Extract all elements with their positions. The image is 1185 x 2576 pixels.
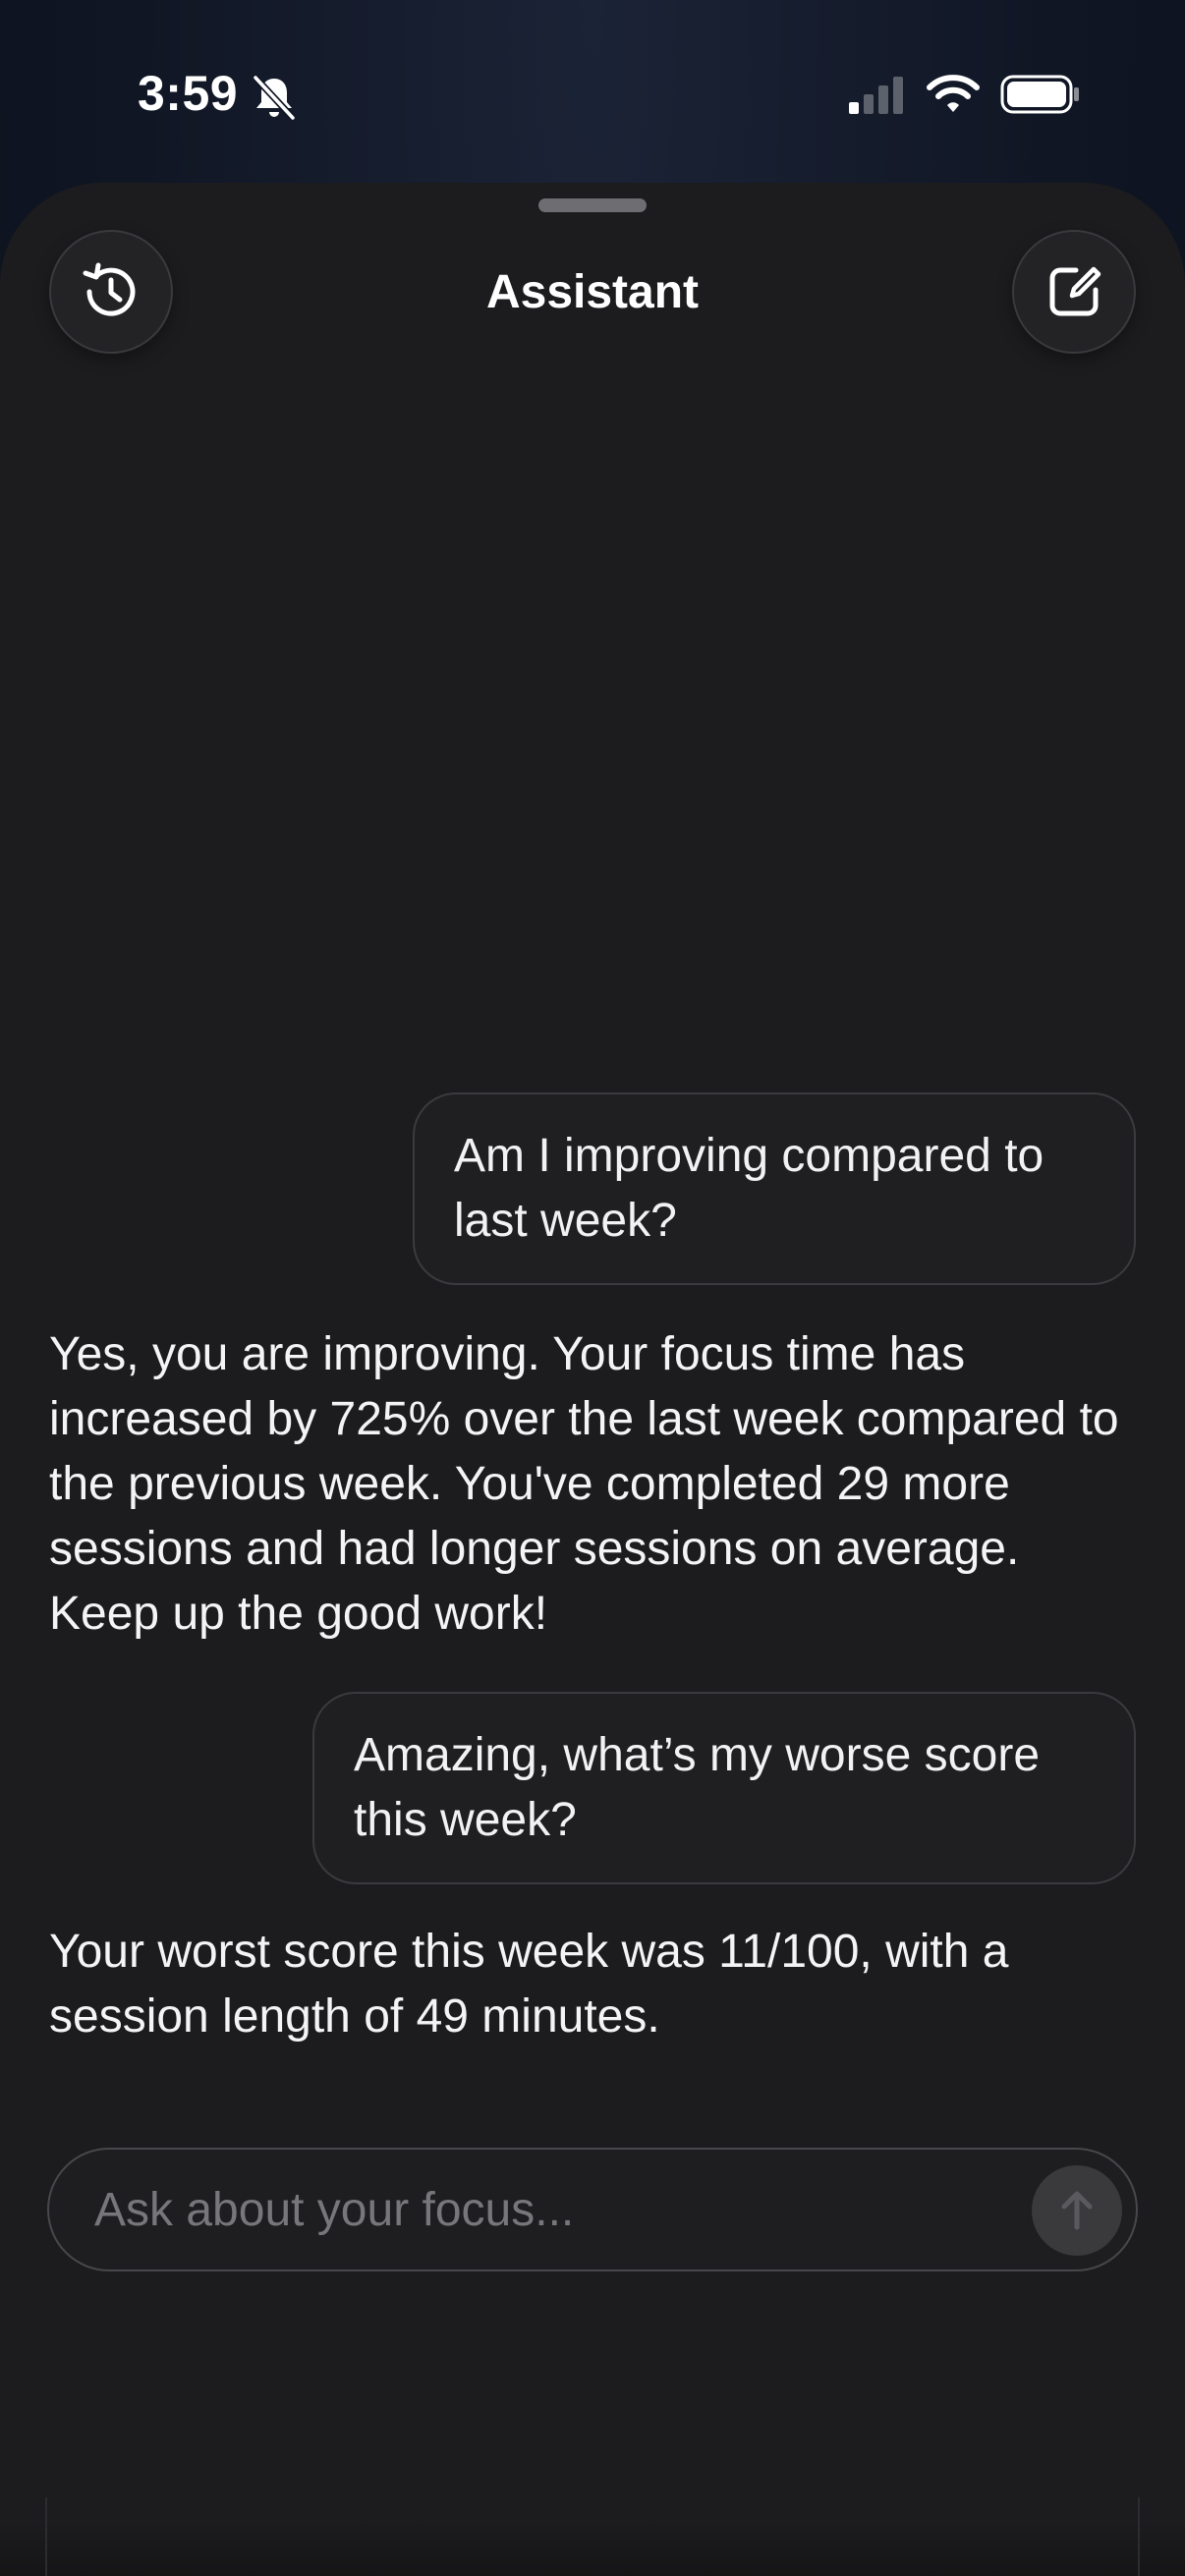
page-title: Assistant xyxy=(485,266,700,318)
arrow-up-icon xyxy=(1061,2191,1093,2230)
compose-icon xyxy=(1049,266,1101,316)
assistant-message: Yes, you are improving. Your focus time … xyxy=(49,1328,1119,1640)
assistant-message: Your worst score this week was 11/100, w… xyxy=(49,1926,1009,2043)
bell-slash-icon xyxy=(253,75,296,121)
status-bar: 3:59 xyxy=(0,0,1185,187)
message-input[interactable] xyxy=(49,2150,992,2269)
user-message: Am I improving compared to last week? xyxy=(413,1092,1136,1285)
bottom-edge xyxy=(45,2497,1140,2576)
message-input-bar xyxy=(47,2148,1138,2271)
app-screen: 3:59 Assistant Am I improving compared t… xyxy=(0,0,1185,2576)
compose-button[interactable] xyxy=(1012,230,1136,354)
status-time: 3:59 xyxy=(138,66,239,121)
battery-icon xyxy=(1000,75,1079,114)
sheet-grabber[interactable] xyxy=(538,198,647,212)
user-message: Amazing, what’s my worse score this week… xyxy=(312,1692,1136,1884)
wifi-icon xyxy=(927,75,980,112)
cellular-signal-icon xyxy=(849,77,903,114)
send-button[interactable] xyxy=(1032,2165,1122,2256)
